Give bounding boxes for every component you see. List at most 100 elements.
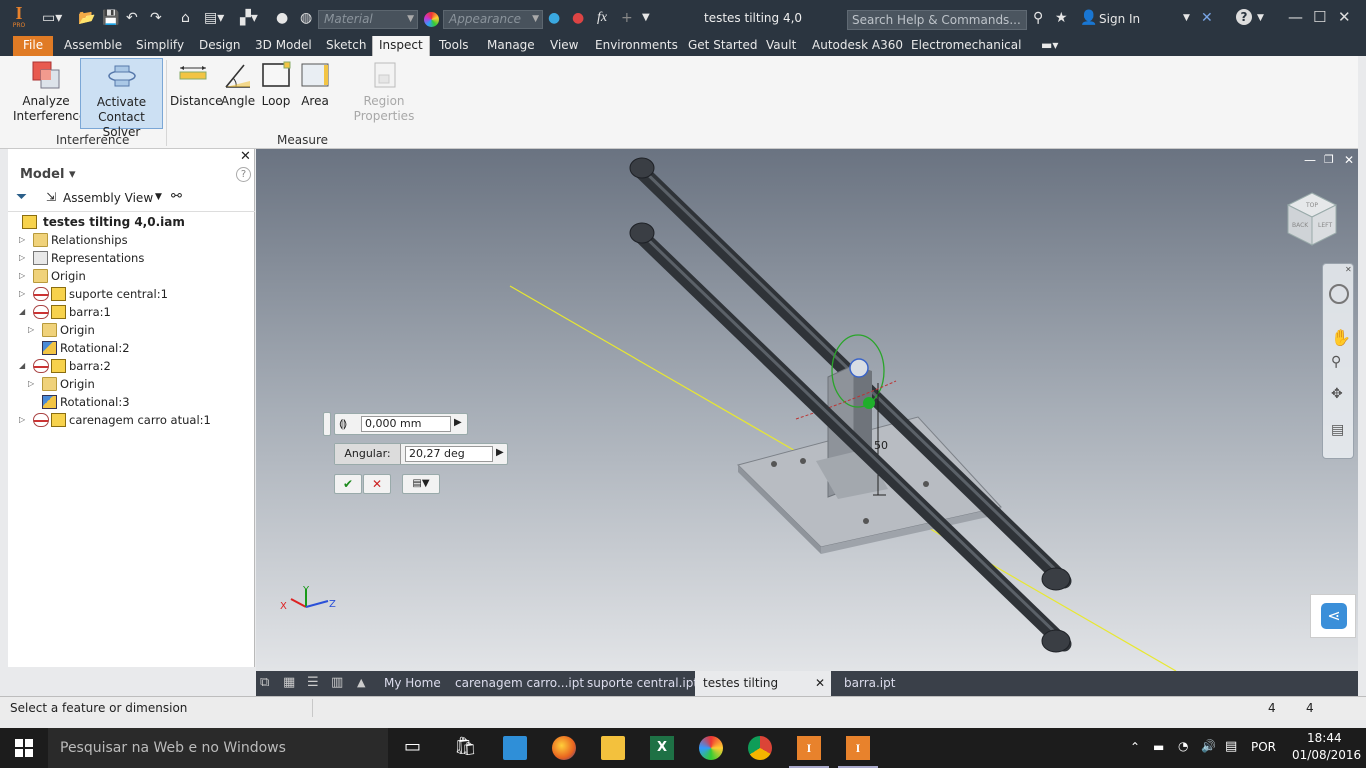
minitoolbar-grip[interactable]	[323, 412, 331, 436]
tab-autodesk-a360[interactable]: Autodesk A360	[806, 36, 909, 56]
viewport-restore-icon[interactable]: ❐	[1324, 153, 1334, 166]
tab-electromechanical[interactable]: Electromechanical	[905, 36, 1027, 56]
doctab-carenagem[interactable]: carenagem carro...ipt	[447, 671, 592, 696]
sign-in-link[interactable]: Sign In	[1099, 12, 1140, 26]
expand-icon[interactable]: ▷	[28, 321, 34, 339]
angle-button[interactable]: Angle	[220, 59, 256, 109]
chrome-icon[interactable]	[748, 736, 772, 760]
tile-vertical-icon[interactable]: ▥	[331, 675, 343, 690]
save-icon[interactable]: 💾	[102, 9, 119, 27]
tab-list-icon[interactable]: ▲	[357, 676, 365, 689]
store-icon[interactable]: 🛍	[454, 736, 478, 760]
firefox-icon[interactable]	[552, 736, 576, 760]
viewport-minimize-icon[interactable]: —	[1304, 153, 1316, 167]
excel-icon[interactable]: X	[650, 736, 674, 760]
tab-get-started[interactable]: Get Started	[682, 36, 764, 56]
ribbon-display-icon[interactable]: ▬▾	[1035, 36, 1064, 56]
browser-title[interactable]: Model ▾	[20, 167, 76, 182]
tray-time[interactable]: 18:44	[1307, 731, 1342, 745]
select-icon[interactable]: ▞▾	[240, 9, 258, 27]
tree-item[interactable]: Rotational:3	[8, 393, 248, 411]
tile-horizontal-icon[interactable]: ☰	[307, 675, 319, 690]
look-at-icon[interactable]: ▤	[1331, 422, 1344, 438]
tree-item[interactable]: ▷ carenagem carro atual:1	[8, 411, 248, 429]
tile-grid-icon[interactable]: ▦	[283, 675, 295, 690]
cancel-button[interactable]: ✕	[363, 474, 391, 494]
doctab-close-icon[interactable]: ✕	[815, 671, 825, 696]
appearance-combo[interactable]: Appearance ▼	[443, 10, 543, 29]
customize-icon[interactable]: ▼	[642, 9, 650, 27]
tab-manage[interactable]: Manage	[481, 36, 541, 56]
tab-simplify[interactable]: Simplify	[130, 36, 190, 56]
filter-icon[interactable]: ⏷	[16, 189, 27, 205]
collapse-icon[interactable]: ◢	[19, 303, 25, 321]
tile-cascade-icon[interactable]: ⧉	[260, 675, 269, 690]
share-button[interactable]: ⋖	[1310, 594, 1356, 638]
tree-item[interactable]: ▷ Origin	[8, 321, 248, 339]
tree-item[interactable]: Rotational:2	[8, 339, 248, 357]
tree-item[interactable]: ▷ Origin	[8, 267, 248, 285]
app-icon-blue[interactable]	[503, 736, 527, 760]
undo-icon[interactable]: ↶	[126, 9, 138, 27]
activate-contact-solver-button[interactable]: Activate Contact Solver	[80, 58, 163, 139]
color-override-icon[interactable]: ●	[276, 9, 288, 27]
help-dropdown-icon[interactable]: ▼	[1257, 9, 1264, 27]
file-explorer-icon[interactable]	[601, 736, 625, 760]
area-button[interactable]: Area	[297, 59, 333, 109]
loop-button[interactable]: Loop	[258, 59, 294, 109]
material-combo[interactable]: Material ▼	[318, 10, 418, 29]
tree-item[interactable]: ▷ Relationships	[8, 231, 248, 249]
viewcube[interactable]: TOP BACK LEFT	[1282, 189, 1342, 249]
options-dropdown[interactable]: ▤▼	[402, 474, 440, 494]
tree-item[interactable]: ▷ suporte central:1	[8, 285, 248, 303]
angular-input[interactable]: 20,27 deg	[405, 446, 493, 462]
offset-arrow-icon[interactable]: ▶	[454, 417, 462, 428]
tab-inspect[interactable]: Inspect	[372, 36, 430, 56]
doctab-testes-tilting[interactable]: testes tilting 4,0.iam ✕	[695, 671, 831, 715]
help-icon[interactable]: ?	[1236, 9, 1252, 25]
tab-view[interactable]: View	[544, 36, 584, 56]
tray-chevron-icon[interactable]: ⌃	[1130, 740, 1140, 754]
tab-sketch[interactable]: Sketch	[320, 36, 372, 56]
find-binoculars-icon[interactable]: ⚯	[171, 189, 182, 204]
tray-language[interactable]: POR	[1251, 740, 1276, 754]
expand-icon[interactable]: ▷	[19, 267, 25, 285]
orbit-icon[interactable]: ✥	[1331, 386, 1343, 402]
doctab-suporte-central[interactable]: suporte central.ipt	[579, 671, 706, 696]
view-dropdown-icon[interactable]: ▼	[155, 192, 162, 202]
close-window-icon[interactable]: ✕	[1338, 8, 1351, 26]
tray-wifi-icon[interactable]: ◔	[1178, 739, 1188, 753]
analyze-interference-button[interactable]: Analyze Interference	[13, 59, 86, 129]
tray-date[interactable]: 01/08/2016	[1292, 748, 1361, 762]
expand-icon[interactable]: ▷	[28, 375, 34, 393]
windows-start-icon[interactable]	[15, 739, 33, 757]
doctab-barra[interactable]: barra.ipt	[836, 671, 903, 696]
home-icon[interactable]: ⌂	[181, 9, 190, 27]
inventor-icon-2[interactable]: I	[838, 736, 878, 768]
pan-icon[interactable]: ✋	[1331, 328, 1351, 347]
tab-environments[interactable]: Environments	[589, 36, 684, 56]
tree-item[interactable]: ▷ Origin	[8, 375, 248, 393]
zoom-icon[interactable]: ⚲	[1331, 354, 1341, 370]
tray-battery-icon[interactable]: ▬	[1153, 740, 1164, 754]
browser-help-icon[interactable]: ?	[236, 167, 251, 182]
tab-design[interactable]: Design	[193, 36, 246, 56]
taskbar-search[interactable]: Pesquisar na Web e no Windows	[48, 728, 388, 768]
tab-3d-model[interactable]: 3D Model	[249, 36, 318, 56]
appearance-icon[interactable]: ◍	[300, 9, 312, 27]
tray-notification-icon[interactable]: ▤	[1225, 739, 1237, 754]
steering-wheel-icon[interactable]	[1329, 284, 1349, 304]
tray-volume-icon[interactable]: 🔊	[1201, 739, 1216, 753]
redo-icon[interactable]: ↷	[150, 9, 162, 27]
doctab-my-home[interactable]: My Home	[376, 671, 449, 696]
comm-center-icon[interactable]: ⚲	[1033, 9, 1043, 27]
rotation-handle[interactable]	[863, 397, 875, 409]
tree-item[interactable]: ▷ Representations	[8, 249, 248, 267]
app-logo[interactable]: I PRO	[8, 4, 30, 34]
sign-in-dropdown-icon[interactable]: ▼	[1183, 9, 1190, 27]
graphics-viewport[interactable]: 50 X Y Z — ❐ ✕ TOP BACK LEFT ✕ ✋ ⚲ ✥ ▤ ⋖…	[256, 149, 1358, 671]
user-icon[interactable]: 👤	[1080, 9, 1097, 27]
expand-icon[interactable]: ▷	[19, 285, 25, 303]
tab-assemble[interactable]: Assemble	[58, 36, 128, 56]
tree-item[interactable]: ◢ barra:1	[8, 303, 248, 321]
